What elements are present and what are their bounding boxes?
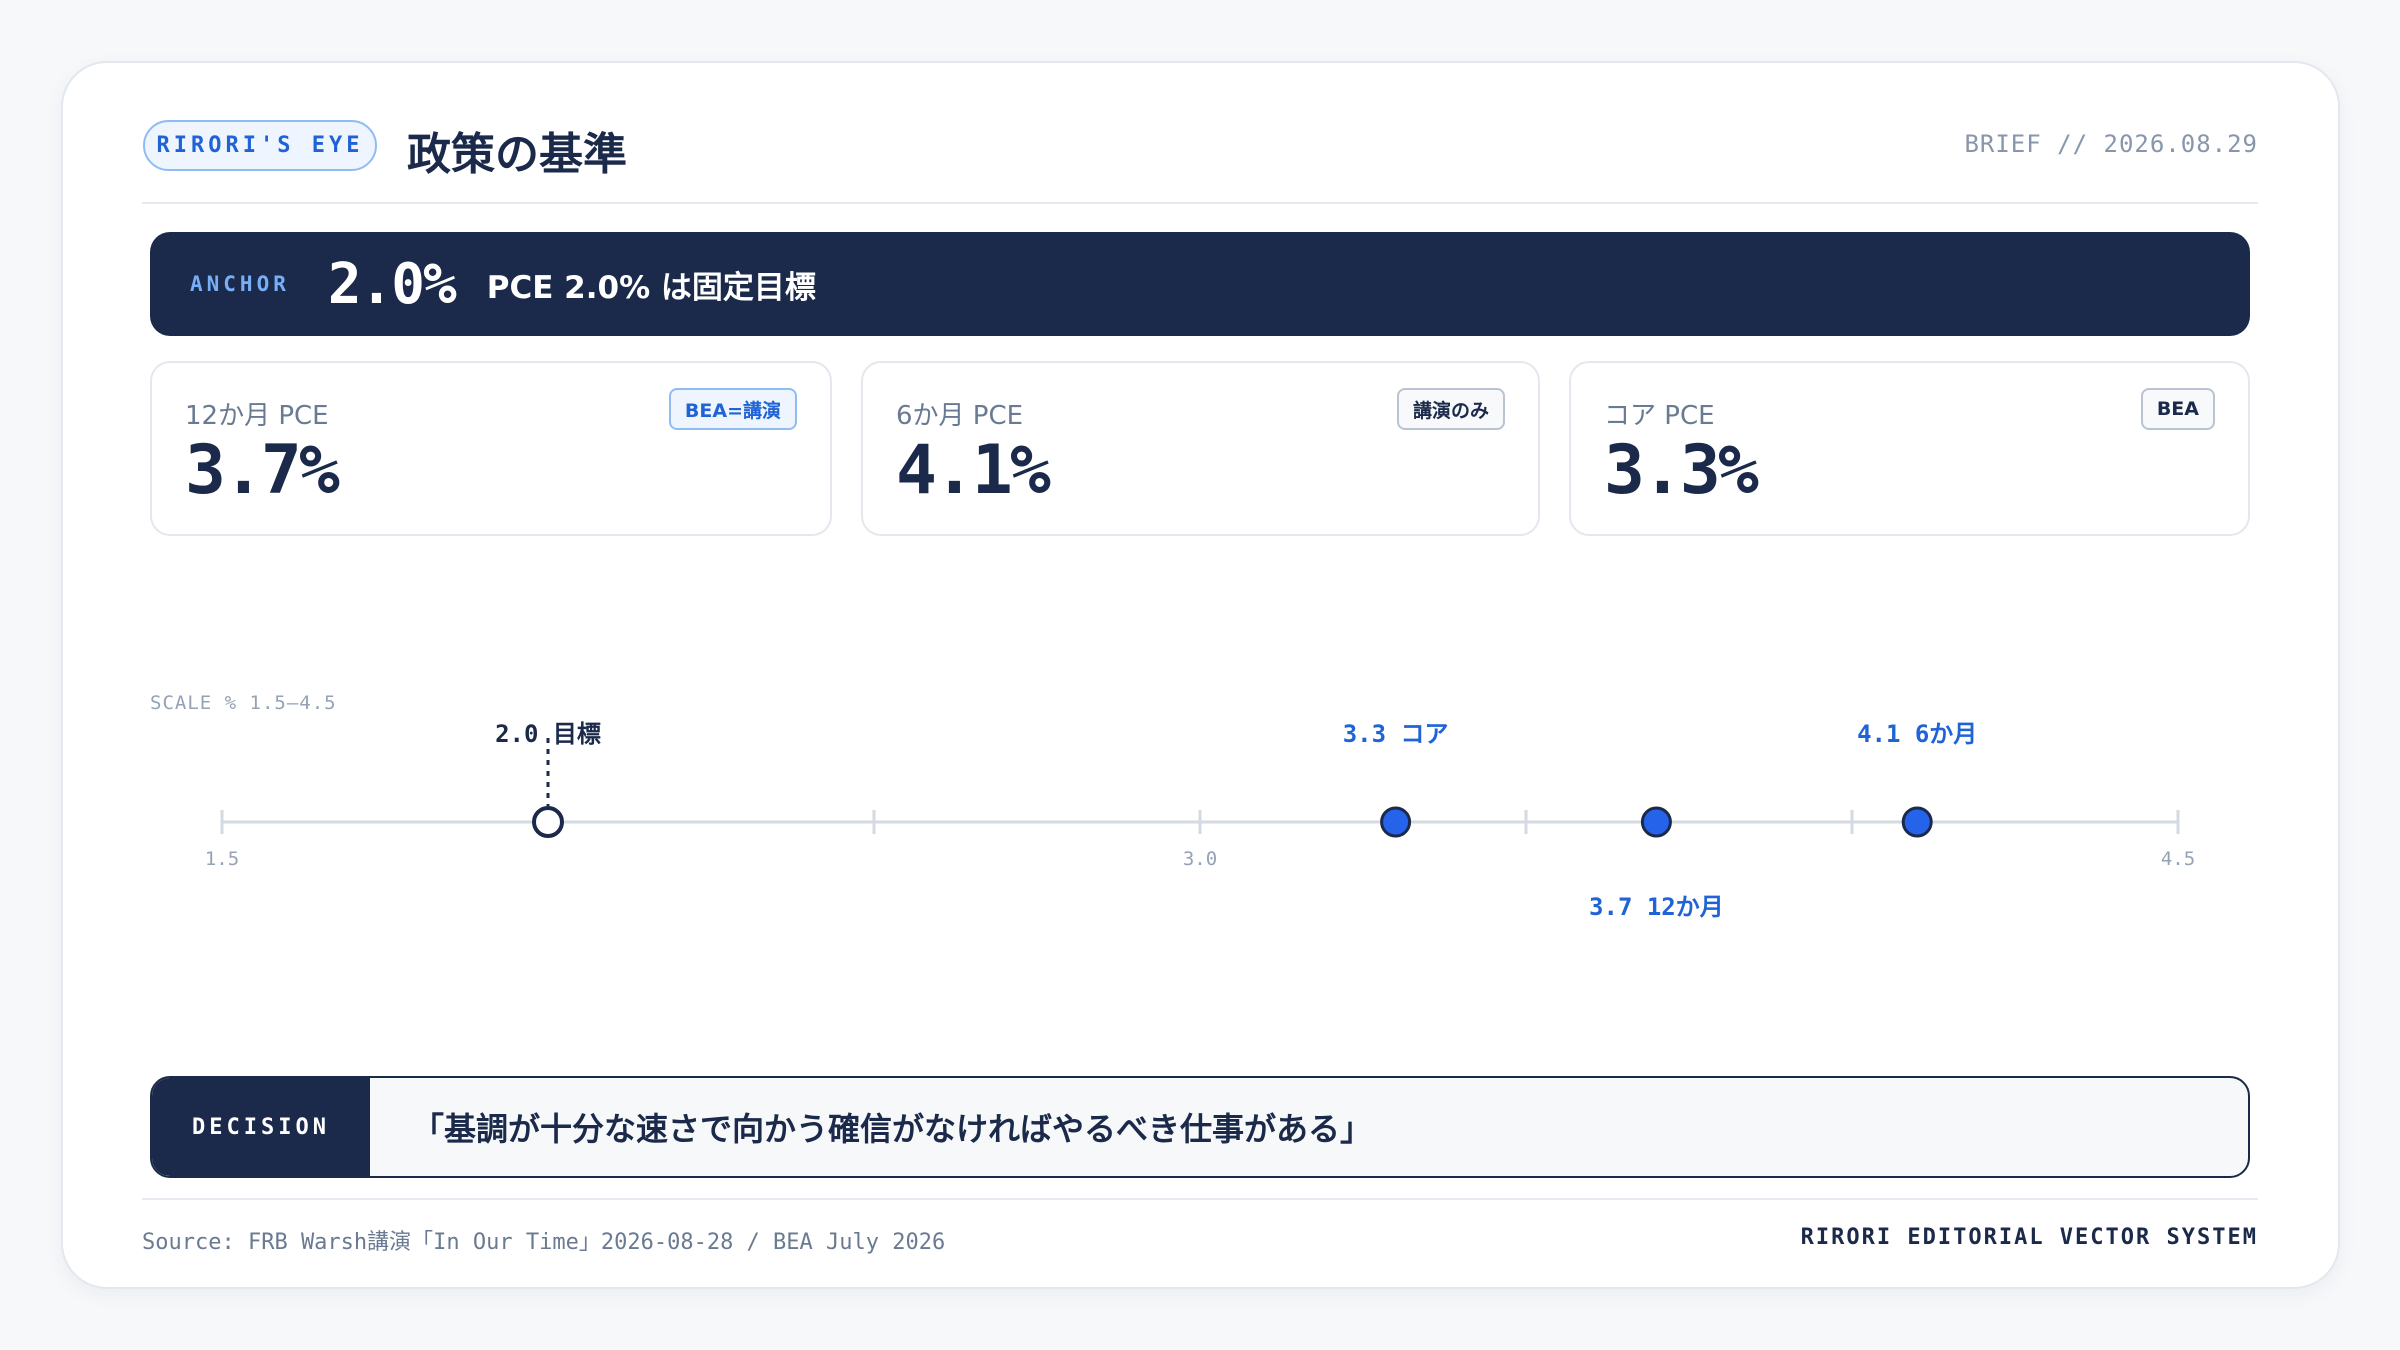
data-label: 2.0 目標 [495, 720, 601, 748]
scale-tick-label: 1.5 [205, 848, 239, 870]
source-note: Source: FRB Warsh講演「In Our Time」2026-08-… [142, 1230, 946, 1255]
target-marker [532, 806, 564, 838]
data-point [1380, 806, 1412, 838]
data-label: 3.3 コア [1343, 720, 1449, 748]
scale-tick-label: 3.0 [1183, 848, 1217, 870]
footer-divider [142, 1198, 2258, 1200]
decision-quote: 「基調が十分な速さで向かう確信がなければやるべき仕事がある」 [412, 1110, 1373, 1148]
data-label: 4.1 6か月 [1857, 720, 1977, 748]
data-label: 3.7 12か月 [1589, 893, 1724, 921]
data-point [1640, 806, 1672, 838]
scale-tick-label: 4.5 [2161, 848, 2195, 870]
data-point [1901, 806, 1933, 838]
decision-label: DECISION [152, 1078, 370, 1176]
system-credit: RIRORI EDITORIAL VECTOR SYSTEM [1800, 1225, 2258, 1250]
decision-box: DECISION 「基調が十分な速さで向かう確信がなければやるべき仕事がある」 [150, 1076, 2250, 1178]
